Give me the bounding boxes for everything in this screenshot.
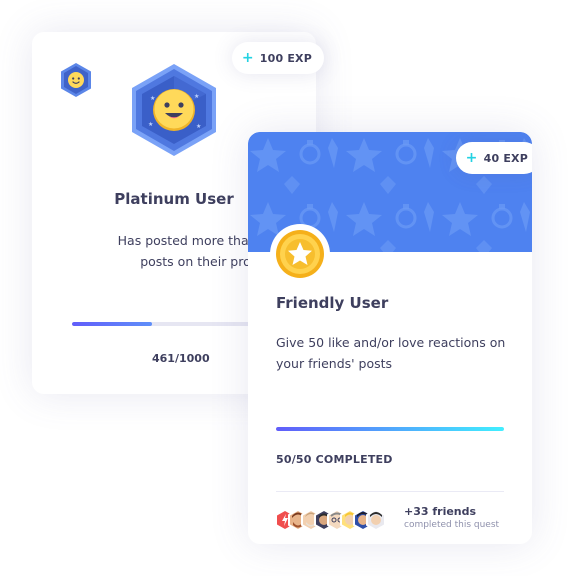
- quest-progress-fill: [276, 427, 504, 431]
- quest-progress-text: 461/1000: [152, 352, 210, 365]
- exp-label: 40 EXP: [483, 151, 528, 165]
- exp-label: 100 EXP: [259, 51, 312, 65]
- quest-description-line: your friends' posts: [276, 356, 393, 371]
- avatar-8[interactable]: [365, 508, 387, 532]
- medal-holder: [270, 224, 330, 284]
- friends-completed-count: +33 friends: [404, 505, 477, 518]
- friends-avatar-list[interactable]: [274, 508, 392, 532]
- svg-text:★: ★: [150, 95, 155, 102]
- quest-title: Friendly User: [276, 294, 389, 312]
- exp-reward-badge: + 40 EXP: [455, 142, 532, 174]
- quest-progress-bar: [276, 427, 504, 431]
- quest-description: Give 50 like and/or love reactions on yo…: [276, 332, 506, 374]
- divider: [276, 491, 504, 492]
- small-smiley-badge-icon: [61, 63, 91, 97]
- quest-progress-fill: [72, 322, 152, 326]
- friends-completed-label: completed this quest: [404, 520, 500, 530]
- svg-text:★: ★: [194, 93, 199, 100]
- platinum-smiley-hexagon-badge-icon: ★ ★ ★ ★: [132, 64, 216, 156]
- gold-star-medal-icon: [276, 230, 324, 278]
- plus-icon: +: [465, 150, 478, 166]
- svg-text:★: ★: [148, 121, 153, 128]
- plus-icon: +: [241, 50, 254, 66]
- friendly-user-quest-card[interactable]: + 40 EXP Friendly User Give 50 like and/…: [248, 132, 532, 544]
- quest-description-line: Give 50 like and/or love reactions on: [276, 335, 506, 350]
- exp-reward-badge: + 100 EXP: [231, 42, 324, 74]
- quest-progress-text: 50/50 COMPLETED: [276, 453, 393, 466]
- svg-text:★: ★: [196, 123, 201, 130]
